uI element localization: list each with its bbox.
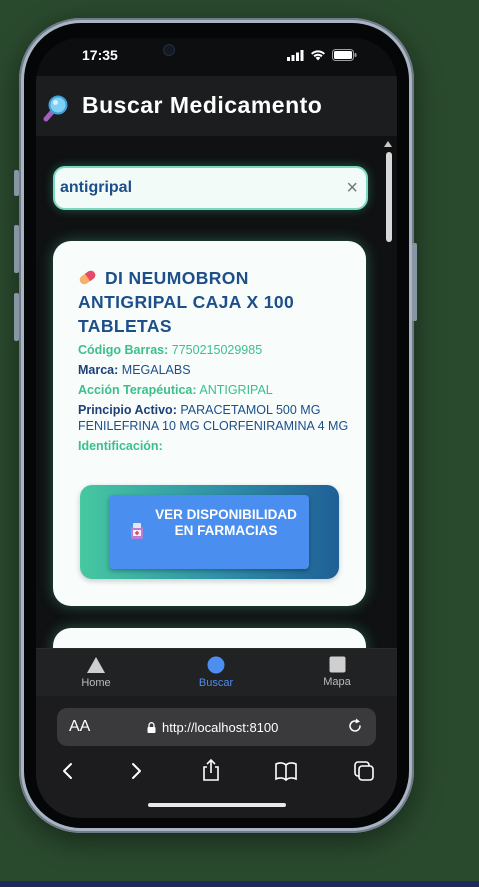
field-value: MEGALABS (121, 363, 191, 377)
triangle-icon (87, 657, 105, 673)
url-text: http://localhost:8100 (162, 720, 279, 735)
signal-icon (287, 49, 304, 61)
field-active-ingredient: Principio Activo: PARACETAMOL 500 MG FEN… (78, 402, 358, 434)
field-label: Acción Terapéutica: (78, 383, 197, 397)
app-header: Buscar Medicamento (36, 76, 397, 137)
view-availability-button[interactable]: VER DISPONIBILIDAD EN FARMACIAS (109, 495, 309, 569)
field-value: ANTIGRIPAL (199, 383, 273, 397)
square-icon (329, 656, 345, 673)
search-input[interactable] (58, 176, 332, 200)
tab-label: Home (81, 677, 111, 689)
field-value: 7750215029985 (171, 343, 263, 357)
lock-icon (147, 722, 156, 733)
phone-screen: 17:35 Buscar Medicamento antigripal × DI… (36, 38, 397, 818)
reload-icon[interactable] (346, 717, 364, 735)
field-label: Marca: (78, 363, 119, 377)
product-details: Código Barras: 7750215029985 Marca: MEGA… (78, 342, 358, 458)
tab-label: Mapa (323, 676, 351, 688)
search-bar: × (53, 166, 368, 210)
clear-icon[interactable]: × (346, 177, 358, 200)
magnifier-icon (43, 95, 68, 122)
availability-panel: VER DISPONIBILIDAD EN FARMACIAS (80, 485, 339, 579)
share-icon[interactable] (200, 758, 222, 782)
circle-icon (207, 656, 225, 674)
field-label: Código Barras: (78, 343, 169, 357)
field-identification: Identificación: (78, 438, 358, 454)
tab-home[interactable]: Home (56, 656, 136, 689)
browser-toolbar: AA http://localhost:8100 (36, 696, 397, 818)
home-indicator (148, 803, 286, 807)
tab-bar: Home Buscar Mapa (36, 648, 397, 697)
front-camera (163, 44, 175, 56)
tabs-icon[interactable] (353, 760, 375, 782)
status-time: 17:35 (82, 47, 118, 63)
field-brand: Marca: MEGALABS (78, 362, 358, 378)
address-bar[interactable]: AA http://localhost:8100 (57, 708, 376, 746)
status-bar: 17:35 (36, 38, 397, 76)
scrollbar-thumb[interactable] (386, 152, 392, 242)
field-label: Principio Activo: (78, 403, 177, 417)
pharmacy-icon (131, 523, 143, 539)
forward-arrow-icon[interactable] (131, 762, 143, 780)
battery-icon (332, 49, 357, 61)
bookmarks-icon[interactable] (274, 761, 298, 781)
text-size-button[interactable]: AA (69, 718, 90, 736)
result-card (53, 628, 366, 648)
mute-switch (14, 170, 19, 196)
power-button (412, 243, 417, 321)
back-arrow-icon[interactable] (61, 762, 73, 780)
pill-icon (79, 270, 96, 285)
desktop-bottom-strip (0, 881, 479, 887)
tab-label: Buscar (198, 677, 234, 689)
field-therapeutic-action: Acción Terapéutica: ANTIGRIPAL (78, 382, 358, 398)
scroll-up-arrow-icon[interactable] (384, 141, 392, 147)
view-availability-label: VER DISPONIBILIDAD EN FARMACIAS (155, 507, 297, 538)
tab-mapa[interactable]: Mapa (297, 656, 377, 688)
tab-buscar[interactable]: Buscar (176, 656, 256, 689)
wifi-icon (311, 50, 325, 61)
page-title: Buscar Medicamento (82, 92, 323, 118)
result-card: DI NEUMOBRON ANTIGRIPAL CAJA X 100 TABLE… (53, 241, 366, 606)
results-content[interactable]: × DI NEUMOBRON ANTIGRIPAL CAJA X 100 TAB… (36, 136, 397, 648)
field-barcode: Código Barras: 7750215029985 (78, 342, 358, 358)
product-title: DI NEUMOBRON ANTIGRIPAL CAJA X 100 TABLE… (78, 268, 295, 336)
volume-up-button (14, 225, 19, 273)
field-label: Identificación: (78, 439, 163, 453)
volume-down-button (14, 293, 19, 341)
